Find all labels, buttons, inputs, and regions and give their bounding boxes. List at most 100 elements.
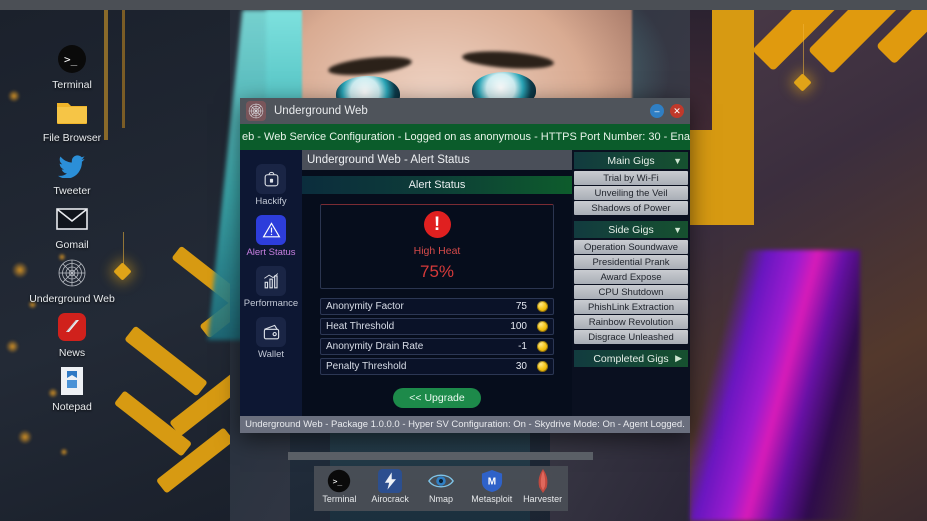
stat-value: 30 [515, 361, 527, 372]
coin-icon[interactable] [537, 301, 548, 312]
coin-icon[interactable] [537, 361, 548, 372]
desktop-icon-tweeter[interactable]: Tweeter [24, 148, 120, 197]
svg-text:>_: >_ [333, 477, 343, 486]
gig-item[interactable]: PhishLink Extraction [574, 300, 688, 314]
gigs-header-label: Side Gigs [608, 223, 654, 236]
chevron-down-icon: ▼ [673, 155, 682, 166]
sidebar-item-label: Wallet [257, 349, 285, 360]
desktop-icon-terminal[interactable]: >_ Terminal [24, 42, 120, 91]
wallpaper-bokeh [8, 90, 20, 102]
envelope-icon [24, 202, 120, 236]
sidebar-item-hackify[interactable]: Hackify [240, 164, 302, 209]
main-content: Underground Web - Alert Status Alert Sta… [302, 150, 572, 416]
folder-icon [24, 95, 120, 129]
upgrade-button[interactable]: << Upgrade [393, 388, 481, 408]
shield-m-icon: M [467, 469, 517, 493]
sidebar-item-label: Hackify [255, 196, 287, 207]
minimize-button[interactable]: – [650, 104, 664, 118]
gigs-header-completed[interactable]: Completed Gigs ▶ [574, 350, 688, 367]
desktop-icon-gomail[interactable]: Gomail [24, 202, 120, 251]
desktop-icon-file-browser[interactable]: File Browser [24, 95, 120, 144]
stat-label: Anonymity Drain Rate [326, 341, 424, 352]
eye-icon [416, 469, 466, 493]
wallpaper-lamp-cord [803, 24, 804, 78]
gig-item[interactable]: Presidential Prank [574, 255, 688, 269]
chevron-right-icon: ▶ [675, 353, 682, 363]
service-info-bar: еb - Web Service Configuration - Logged … [240, 124, 690, 150]
desktop-icon-news[interactable]: News [24, 310, 120, 359]
dock-item-terminal[interactable]: >_ Terminal [314, 469, 364, 504]
spiderweb-icon [246, 101, 266, 121]
wallet-icon [256, 317, 286, 347]
bar-chart-icon [256, 266, 286, 296]
window-title: Underground Web [274, 105, 368, 117]
gig-item[interactable]: Shadows of Power [574, 201, 688, 215]
alert-state-label: High Heat [413, 245, 461, 257]
stat-row-anonymity-drain-rate[interactable]: Anonymity Drain Rate -1 [320, 338, 554, 355]
dock-item-label: Metasploit [471, 494, 513, 504]
dock-item-nmap[interactable]: Nmap [416, 469, 466, 504]
dock-item-harvester[interactable]: Harvester [518, 469, 568, 504]
gigs-header-label: Main Gigs [607, 154, 655, 167]
desktop-icon-label: File Browser [42, 132, 102, 144]
section-title: Alert Status [302, 176, 572, 194]
gig-item[interactable]: CPU Shutdown [574, 285, 688, 299]
wallpaper-bokeh [6, 340, 19, 353]
stat-label: Heat Threshold [326, 321, 395, 332]
desktop-icon-label: Gomail [55, 239, 89, 251]
window-body: Hackify Alert Status Performance Wallet … [240, 150, 690, 416]
wallpaper-block [690, 10, 712, 130]
news-icon [24, 310, 120, 344]
stat-row-penalty-threshold[interactable]: Penalty Threshold 30 [320, 358, 554, 375]
dock: >_ Terminal Airocrack Nmap M Metasploit … [314, 466, 568, 511]
alert-percent-value: 75% [419, 262, 455, 281]
wallpaper-bokeh [60, 448, 68, 456]
warning-triangle-icon [256, 215, 286, 245]
gig-item[interactable]: Unveiling the Veil [574, 186, 688, 200]
airocrack-icon [365, 469, 415, 493]
coin-icon[interactable] [537, 341, 548, 352]
dock-tray [288, 452, 593, 460]
desktop-icon-label: News [58, 347, 86, 359]
backpack-lock-icon [256, 164, 286, 194]
dock-item-airocrack[interactable]: Airocrack [365, 469, 415, 504]
alert-status-card: ! High Heat 75% [320, 204, 554, 289]
window-title-bar[interactable]: Underground Web – ✕ [240, 98, 690, 124]
wallpaper-lamp [793, 73, 812, 92]
stat-label: Anonymity Factor [326, 301, 404, 312]
underground-web-window: Underground Web – ✕ еb - Web Service Con… [240, 98, 690, 433]
gig-item[interactable]: Operation Soundwave [574, 240, 688, 254]
close-button[interactable]: ✕ [670, 104, 684, 118]
dock-item-label: Harvester [523, 494, 563, 504]
desktop-icon-notepad[interactable]: Notepad [24, 364, 120, 413]
gig-item[interactable]: Award Expose [574, 270, 688, 284]
sidebar-item-label: Performance [243, 298, 299, 309]
harvester-icon [518, 469, 568, 493]
gig-item[interactable]: Rainbow Revolution [574, 315, 688, 329]
sidebar-item-performance[interactable]: Performance [240, 266, 302, 311]
terminal-icon: >_ [24, 42, 120, 76]
coin-icon[interactable] [537, 321, 548, 332]
gigs-header-main[interactable]: Main Gigs ▼ [574, 152, 688, 169]
dock-item-metasploit[interactable]: M Metasploit [467, 469, 517, 504]
bird-icon [24, 148, 120, 182]
stat-row-heat-threshold[interactable]: Heat Threshold 100 [320, 318, 554, 335]
svg-text:M: M [488, 477, 496, 488]
gigs-header-label: Completed Gigs [593, 352, 669, 365]
upgrade-row: << Upgrade [302, 388, 572, 408]
sidebar-tabs: Hackify Alert Status Performance Wallet [240, 150, 302, 416]
gig-item[interactable]: Disgrace Unleashed [574, 330, 688, 344]
dock-item-label: Airocrack [371, 494, 409, 504]
sidebar-item-wallet[interactable]: Wallet [240, 317, 302, 362]
desktop-icon-underground-web[interactable]: Underground Web [24, 256, 120, 305]
gig-item[interactable]: Trial by Wi-Fi [574, 171, 688, 185]
dock-item-label: Nmap [428, 494, 453, 504]
stat-label: Penalty Threshold [326, 361, 407, 372]
notepad-icon [24, 364, 120, 398]
gigs-header-side[interactable]: Side Gigs ▼ [574, 221, 688, 238]
stat-value: 100 [510, 321, 527, 332]
stat-value: 75 [515, 301, 527, 312]
dock-item-label: Terminal [322, 494, 357, 504]
stat-row-anonymity-factor[interactable]: Anonymity Factor 75 [320, 298, 554, 315]
sidebar-item-alert-status[interactable]: Alert Status [240, 215, 302, 260]
